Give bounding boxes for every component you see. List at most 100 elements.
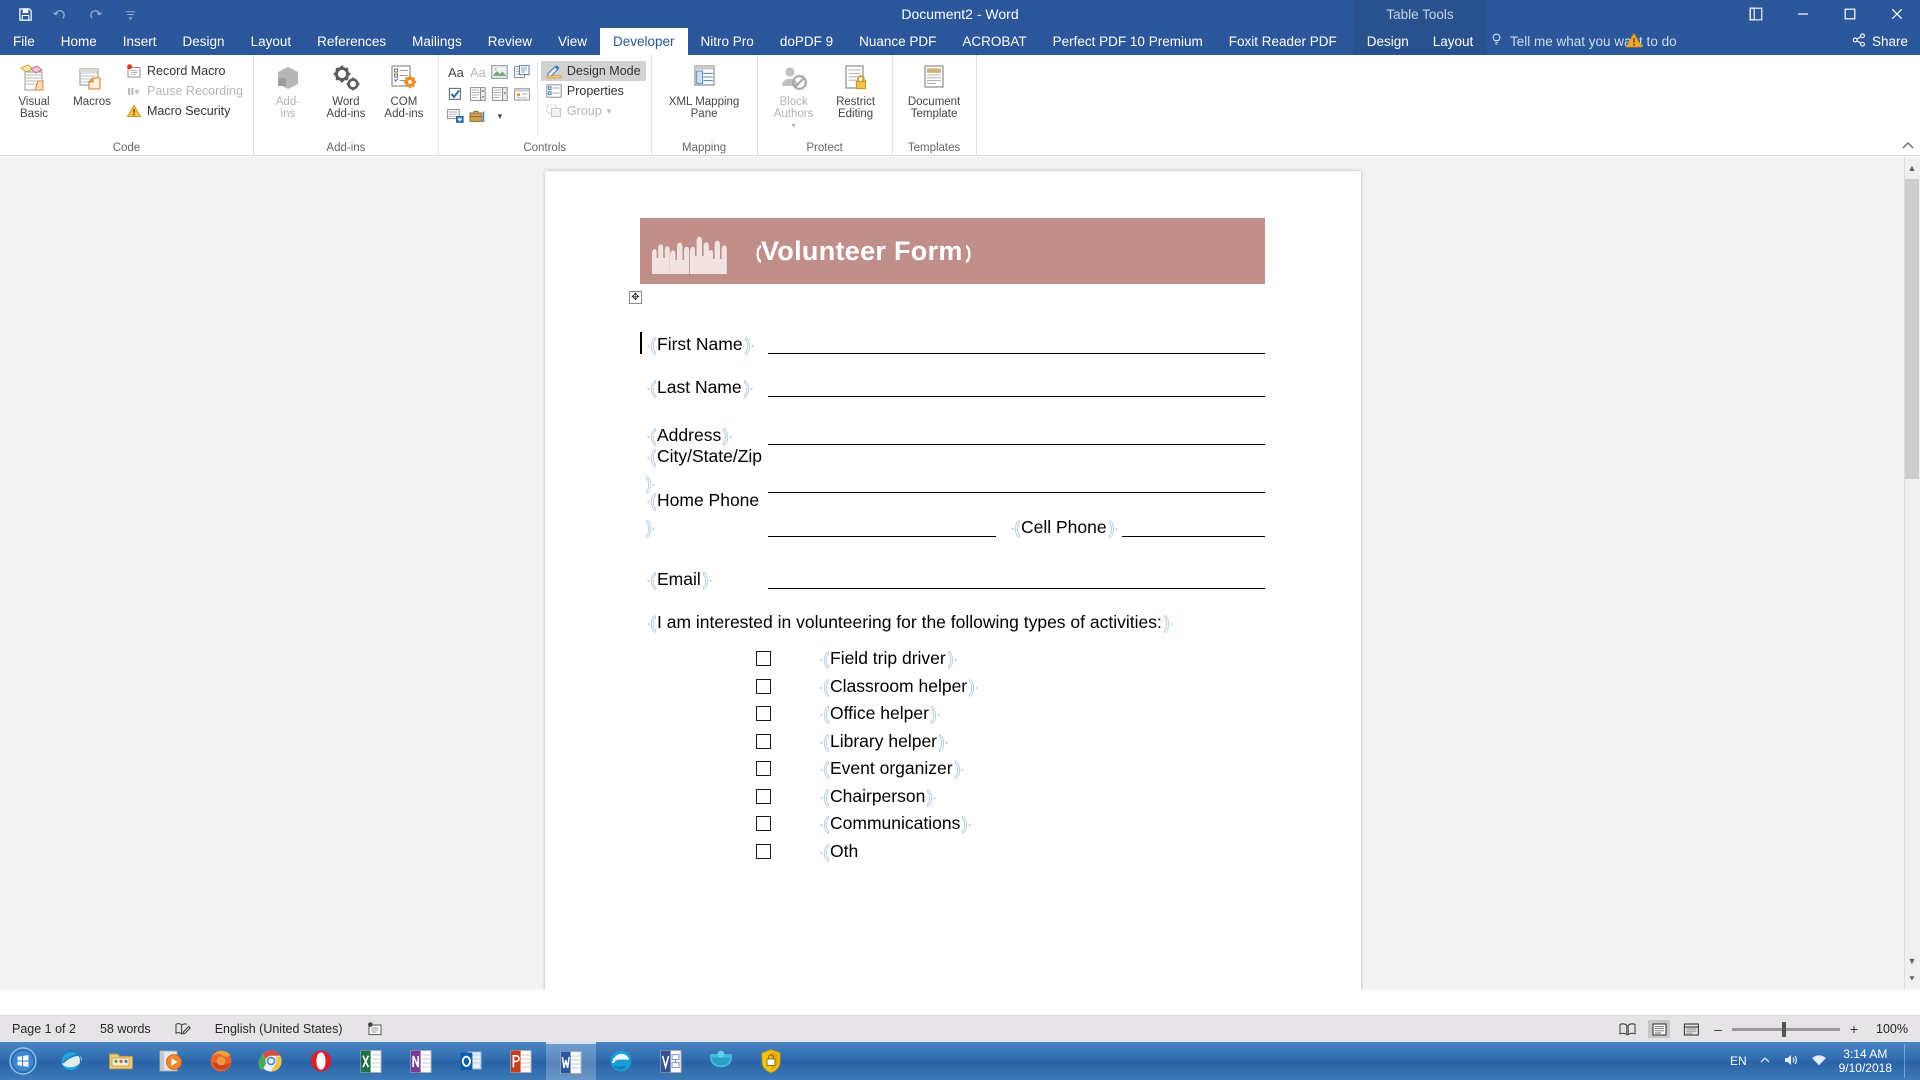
legacy-tools-icon[interactable] (468, 106, 488, 126)
record-macro-button[interactable]: Record Macro (121, 61, 248, 81)
tray-language[interactable]: EN (1730, 1054, 1747, 1068)
document-template-button[interactable]: Document Template (898, 59, 971, 120)
address-input-line[interactable] (768, 423, 1265, 445)
first-name-label-cell[interactable]: First Name (640, 331, 768, 358)
help-icon[interactable] (1732, 0, 1779, 28)
scroll-down-arrow-icon[interactable]: ▼ (1905, 952, 1919, 970)
tab-references[interactable]: References (304, 28, 399, 55)
checkbox-office-helper[interactable] (756, 706, 771, 722)
banner-title-content-control[interactable]: Volunteer Form (748, 236, 976, 267)
tab-perfect-pdf-10-premium[interactable]: Perfect PDF 10 Premium (1040, 28, 1216, 55)
next-page-arrow-icon[interactable]: ⯆ (1905, 970, 1919, 988)
tray-clock[interactable]: 3:14 AM 9/10/2018 (1839, 1047, 1892, 1075)
collapse-ribbon-chevron-up-icon[interactable] (1902, 139, 1914, 153)
tell-me-search[interactable]: Tell me what you want to do (1490, 28, 1677, 55)
checkbox-label-content-control[interactable]: Communications (817, 810, 973, 837)
tab-home[interactable]: Home (48, 28, 110, 55)
cell-phone-input-line[interactable] (1122, 515, 1265, 537)
checkbox-label-content-control[interactable]: Classroom helper (817, 673, 980, 700)
zoom-thumb[interactable] (1782, 1021, 1786, 1037)
vertical-scrollbar[interactable]: ▲ ▼ ⯆ (1904, 157, 1920, 990)
picture-content-control-icon[interactable] (490, 62, 510, 82)
undo-icon[interactable] (49, 4, 71, 24)
drop-down-list-content-control-icon[interactable] (490, 84, 510, 104)
tab-insert[interactable]: Insert (110, 28, 170, 55)
list-item[interactable]: Event organizer (756, 755, 1265, 783)
com-add-ins-button[interactable]: COM Add-ins (375, 59, 433, 120)
rich-text-content-control-icon[interactable]: Aa (446, 62, 466, 82)
repeating-section-content-control-icon[interactable] (446, 106, 466, 126)
zoom-track[interactable] (1732, 1021, 1840, 1037)
check-box-content-control-icon[interactable] (446, 84, 466, 104)
home-phone-input-line[interactable] (768, 515, 996, 537)
zoom-in-button[interactable]: + (1848, 1021, 1860, 1037)
document-banner[interactable]: Volunteer Form (640, 218, 1265, 284)
excel-icon[interactable] (346, 1042, 396, 1080)
tab-design[interactable]: Design (170, 28, 238, 55)
tab-dopdf-9[interactable]: doPDF 9 (767, 28, 846, 55)
word-icon[interactable] (546, 1042, 596, 1080)
web-layout-view-button[interactable] (1680, 1020, 1702, 1038)
save-icon[interactable] (14, 4, 36, 24)
tab-developer[interactable]: Developer (600, 28, 688, 55)
first-name-input-line[interactable] (768, 332, 1265, 354)
visual-basic-button[interactable]: Visual Basic (5, 59, 63, 120)
checkbox-classroom-helper[interactable] (756, 678, 771, 694)
tab-foxit-reader-pdf[interactable]: Foxit Reader PDF (1216, 28, 1350, 55)
group-chevron-down-icon[interactable]: ▾ (607, 106, 612, 117)
list-item[interactable]: Office helper (756, 700, 1265, 728)
combo-box-content-control-icon[interactable] (468, 84, 488, 104)
checkbox-label-content-control[interactable]: Event organizer (817, 755, 966, 782)
tab-mailings[interactable]: Mailings (399, 28, 475, 55)
date-picker-content-control-icon[interactable] (512, 84, 532, 104)
zoom-slider[interactable]: – + (1712, 1021, 1860, 1037)
email-input-line[interactable] (768, 567, 1265, 589)
plain-text-content-control-icon[interactable]: Aa (468, 62, 488, 82)
design-mode-button[interactable]: Design Mode (540, 61, 646, 81)
properties-button[interactable]: Properties (541, 81, 646, 101)
tray-expand-chevron-up-icon[interactable] (1759, 1054, 1771, 1068)
macro-security-button[interactable]: Macro Security (121, 101, 248, 121)
checkbox-label-content-control[interactable]: Office helper (817, 700, 942, 727)
list-item[interactable]: Chairperson (756, 783, 1265, 811)
checkbox-communications[interactable] (756, 816, 771, 832)
language-indicator[interactable]: English (United States) (203, 1022, 355, 1036)
checkbox-other[interactable] (756, 843, 771, 859)
onenote-icon[interactable] (396, 1042, 446, 1080)
internet-explorer-icon[interactable] (46, 1042, 96, 1080)
word-add-ins-button[interactable]: Word Add-ins (317, 59, 375, 120)
minimize-button[interactable] (1779, 0, 1826, 28)
print-layout-view-button[interactable] (1648, 1020, 1670, 1038)
checkbox-chairperson[interactable] (756, 788, 771, 804)
visio-icon[interactable] (646, 1042, 696, 1080)
show-desktop-button[interactable] (1904, 1044, 1910, 1078)
read-mode-view-button[interactable] (1616, 1020, 1638, 1038)
tab-file[interactable]: File (0, 28, 48, 55)
tab-nuance-pdf[interactable]: Nuance PDF (846, 28, 949, 55)
close-button[interactable] (1873, 0, 1920, 28)
network-icon[interactable] (1811, 1053, 1827, 1070)
list-item[interactable]: Field trip driver (756, 645, 1265, 673)
windows-start-icon[interactable] (0, 1042, 46, 1080)
checkbox-label-content-control[interactable]: Library helper (817, 728, 950, 755)
legacy-tools-dropdown-chevron-down-icon[interactable]: ▾ (490, 106, 510, 126)
page-indicator[interactable]: Page 1 of 2 (0, 1022, 88, 1036)
email-label-cell[interactable]: Email (640, 566, 768, 593)
volume-icon[interactable] (1783, 1053, 1799, 1070)
macros-button[interactable]: Macros (63, 59, 121, 108)
scroll-up-arrow-icon[interactable]: ▲ (1905, 159, 1919, 177)
cell-phone-label-cell[interactable]: Cell Phone (996, 514, 1122, 541)
tab-nitro-pro[interactable]: Nitro Pro (688, 28, 767, 55)
firefox-icon[interactable] (196, 1042, 246, 1080)
restore-button[interactable] (1826, 0, 1873, 28)
teams-icon[interactable] (696, 1042, 746, 1080)
word-count[interactable]: 58 words (88, 1022, 163, 1036)
checkbox-label-content-control[interactable]: Field trip driver (817, 645, 959, 672)
last-name-label-cell[interactable]: Last Name (640, 374, 768, 401)
edge-icon[interactable] (596, 1042, 646, 1080)
scrollbar-thumb[interactable] (1905, 179, 1919, 479)
tab-view[interactable]: View (545, 28, 600, 55)
opera-icon[interactable] (296, 1042, 346, 1080)
customize-quick-access-toolbar-chevron-down-icon[interactable] (119, 4, 141, 24)
tab-layout[interactable]: Layout (238, 28, 305, 55)
